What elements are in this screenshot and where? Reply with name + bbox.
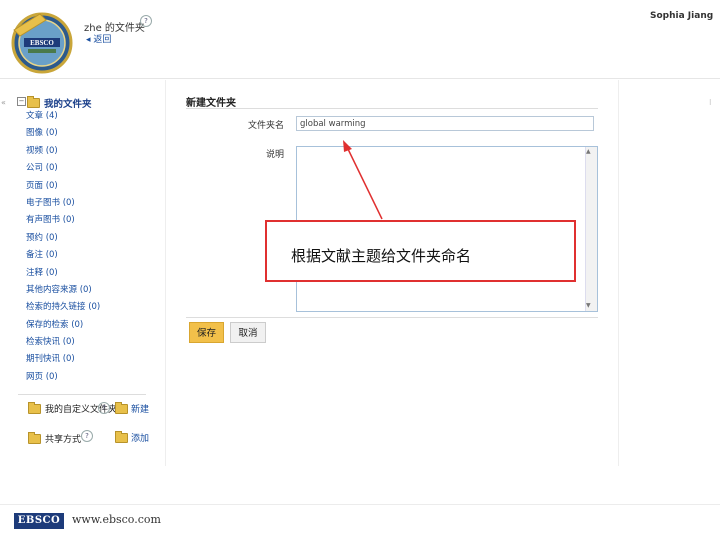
new-folder-icon bbox=[115, 401, 128, 414]
category-item-persistent-links[interactable]: 检索的持久链接 (0) bbox=[26, 299, 100, 316]
user-name[interactable]: Sophia Jiang bbox=[650, 11, 713, 21]
collapse-left-icon[interactable]: « bbox=[1, 98, 6, 107]
scroll-down-icon[interactable]: ▼ bbox=[586, 302, 591, 309]
form-divider-bottom bbox=[186, 317, 598, 318]
folder-icon bbox=[27, 96, 40, 108]
form-title: 新建文件夹 bbox=[186, 98, 236, 109]
footer-ebsco-logo: EBSCO bbox=[14, 513, 64, 529]
share-label: 共享方式 bbox=[45, 435, 82, 445]
category-item-audiobooks[interactable]: 有声图书 (0) bbox=[26, 212, 100, 229]
folder-icon bbox=[28, 431, 41, 444]
save-button[interactable]: 保存 bbox=[189, 322, 224, 343]
category-item-other-sources[interactable]: 其他内容来源 (0) bbox=[26, 282, 100, 299]
annotation-text: 根据文献主题给文件夹命名 bbox=[291, 247, 472, 265]
help-icon[interactable]: ? bbox=[140, 15, 152, 27]
category-item-journal-alerts[interactable]: 期刊快讯 (0) bbox=[26, 351, 100, 368]
ebsco-seal-logo: EBSCO bbox=[11, 12, 73, 74]
category-item-companies[interactable]: 公司 (0) bbox=[26, 160, 100, 177]
help-icon[interactable]: ? bbox=[81, 430, 93, 442]
category-item-videos[interactable]: 视频 (0) bbox=[26, 143, 100, 160]
share-node[interactable]: 共享方式 bbox=[28, 431, 82, 445]
scroll-up-icon[interactable]: ▲ bbox=[586, 148, 591, 155]
folder-icon bbox=[28, 401, 41, 414]
category-list: 文章 (4) 图像 (0) 视频 (0) 公司 (0) 页面 (0) 电子图书 … bbox=[26, 108, 100, 386]
category-item-ebooks[interactable]: 电子图书 (0) bbox=[26, 195, 100, 212]
add-share-link[interactable]: 添加 bbox=[115, 430, 150, 444]
description-label: 说明 bbox=[266, 150, 285, 160]
column-divider-right bbox=[618, 80, 619, 466]
category-item-saved-searches[interactable]: 保存的检索 (0) bbox=[26, 317, 100, 334]
textarea-scrollbar[interactable] bbox=[585, 147, 597, 311]
category-item-search-alerts[interactable]: 检索快讯 (0) bbox=[26, 334, 100, 351]
category-item-annotations[interactable]: 注释 (0) bbox=[26, 265, 100, 282]
add-share-label: 添加 bbox=[131, 434, 150, 444]
help-icon[interactable]: ? bbox=[98, 402, 110, 414]
category-item-web-pages[interactable]: 网页 (0) bbox=[26, 369, 100, 386]
tree-collapse-icon[interactable]: − bbox=[17, 97, 26, 106]
column-divider-left bbox=[165, 80, 166, 466]
category-item-articles[interactable]: 文章 (4) bbox=[26, 108, 100, 125]
category-item-notes[interactable]: 备注 (0) bbox=[26, 247, 100, 264]
header-divider bbox=[0, 78, 720, 79]
cancel-button[interactable]: 取消 bbox=[230, 322, 266, 343]
category-item-pages[interactable]: 页面 (0) bbox=[26, 178, 100, 195]
category-item-reservations[interactable]: 预约 (0) bbox=[26, 230, 100, 247]
back-link[interactable]: ◂ 返回 bbox=[86, 32, 111, 45]
form-divider bbox=[186, 108, 598, 109]
sidebar-divider bbox=[18, 394, 146, 395]
folder-name-input[interactable]: global warming bbox=[296, 116, 594, 131]
collapse-right-icon[interactable]: ⁝ bbox=[709, 98, 712, 107]
footer-url: www.ebsco.com bbox=[72, 513, 161, 526]
new-folder-link[interactable]: 新建 bbox=[115, 401, 150, 415]
add-share-icon bbox=[115, 430, 128, 443]
new-folder-label: 新建 bbox=[131, 405, 150, 415]
svg-text:EBSCO: EBSCO bbox=[30, 39, 54, 47]
category-item-images[interactable]: 图像 (0) bbox=[26, 125, 100, 142]
folder-name-label: 文件夹名 bbox=[248, 121, 285, 131]
